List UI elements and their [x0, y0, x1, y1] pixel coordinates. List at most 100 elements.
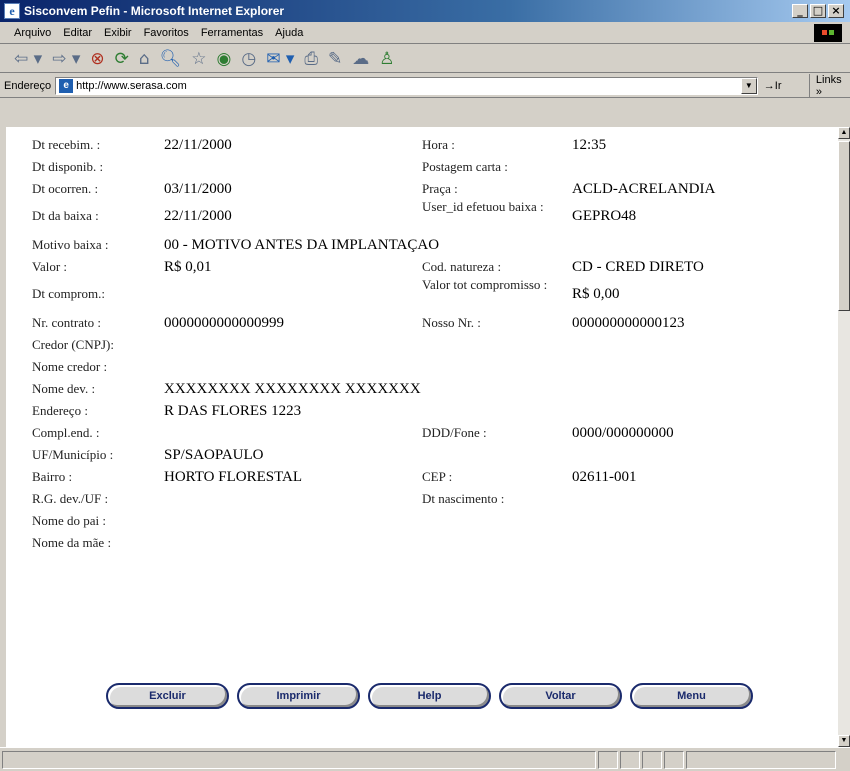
field-label: Nome credor : — [32, 359, 108, 374]
links-button[interactable]: Links » — [808, 73, 850, 98]
field-value: GEPRO48 — [572, 208, 637, 224]
messenger-icon[interactable]: ♙ — [379, 49, 394, 69]
back-icon[interactable]: ⇦ ▾ — [14, 49, 42, 69]
field-label: Compl.end. : — [32, 425, 100, 440]
voltar-button[interactable]: Voltar — [499, 683, 622, 709]
edit-icon[interactable]: ✎ — [328, 49, 342, 69]
field-value: 000000000000123 — [572, 315, 685, 331]
mail-icon[interactable]: ✉ ▾ — [266, 49, 294, 69]
address-url[interactable]: http://www.serasa.com — [76, 80, 741, 92]
field-label: Credor (CNPJ): — [32, 337, 114, 352]
address-input[interactable]: e http://www.serasa.com ▼ — [55, 76, 758, 95]
record-row: Nome credor : — [32, 355, 832, 377]
field-value: SP/SAOPAULO — [164, 447, 264, 463]
go-label: Ir — [774, 79, 782, 92]
status-pane — [620, 750, 640, 769]
menu-bar: Arquivo Editar Exibir Favoritos Ferramen… — [0, 22, 850, 44]
imprimir-button[interactable]: Imprimir — [237, 683, 360, 709]
scroll-down-icon[interactable]: ▼ — [838, 735, 850, 747]
history-icon[interactable]: ◷ — [241, 49, 256, 69]
status-pane — [598, 750, 618, 769]
field-label: Dt recebim. : — [32, 137, 101, 152]
field-label: Nr. contrato : — [32, 315, 101, 330]
field-label: Dt da baixa : — [32, 208, 99, 223]
record-details: Dt recebim. : 22/11/2000 Hora : 12:35 Dt… — [32, 133, 832, 553]
status-pane — [664, 750, 684, 769]
field-label: Motivo baixa : — [32, 237, 109, 252]
help-button[interactable]: Help — [368, 683, 491, 709]
address-bar: Endereço e http://www.serasa.com ▼ →Ir L… — [0, 73, 850, 98]
windows-logo-icon — [814, 23, 842, 42]
discuss-icon[interactable]: ☁ — [352, 49, 369, 69]
minimize-button[interactable]: _ — [792, 4, 808, 18]
home-icon[interactable]: ⌂ — [139, 49, 150, 69]
field-label: Nome do pai : — [32, 513, 107, 528]
record-row: Nome do pai : — [32, 509, 832, 531]
record-row: Motivo baixa : 00 - MOTIVO ANTES DA IMPL… — [32, 233, 832, 255]
field-label: Hora : — [422, 137, 455, 152]
record-row: Nome da mãe : — [32, 531, 832, 553]
field-value: XXXXXXXX XXXXXXXX XXXXXXX — [164, 381, 421, 397]
excluir-button[interactable]: Excluir — [106, 683, 229, 709]
status-text-pane — [2, 750, 596, 769]
go-button[interactable]: →Ir — [764, 80, 805, 92]
field-value: 0000/000000000 — [572, 425, 674, 441]
forward-icon[interactable]: ⇨ ▾ — [52, 49, 80, 69]
field-value: 22/11/2000 — [164, 208, 232, 224]
menu-favoritos[interactable]: Favoritos — [144, 27, 189, 39]
field-label: Dt comprom.: — [32, 286, 105, 301]
record-row: Dt disponib. : Postagem carta : — [32, 155, 832, 177]
scroll-thumb[interactable] — [838, 141, 850, 311]
close-button[interactable]: × — [828, 4, 844, 18]
field-value: 00 - MOTIVO ANTES DA IMPLANTAÇAO — [164, 237, 440, 253]
record-row: Nome dev. : XXXXXXXX XXXXXXXX XXXXXXX — [32, 377, 832, 399]
field-value: 22/11/2000 — [164, 137, 232, 153]
record-row: Dt recebim. : 22/11/2000 Hora : 12:35 — [32, 133, 832, 155]
field-label: UF/Município : — [32, 447, 114, 462]
page-icon: e — [59, 78, 74, 93]
menu-exibir[interactable]: Exibir — [104, 27, 132, 39]
vertical-scrollbar[interactable]: ▲ ▼ — [838, 127, 850, 747]
field-label: Dt nascimento : — [422, 491, 505, 506]
status-zone-pane — [686, 750, 836, 769]
print-icon[interactable]: ⎙ — [304, 49, 318, 69]
scroll-up-icon[interactable]: ▲ — [838, 127, 850, 139]
field-value: HORTO FLORESTAL — [164, 469, 303, 485]
record-row: Nr. contrato : 0000000000000999 Nosso Nr… — [32, 311, 832, 333]
refresh-icon[interactable]: ⟳ — [115, 49, 129, 69]
field-value: 02611-001 — [572, 469, 637, 485]
field-label: Nome da mãe : — [32, 535, 112, 550]
favorites-icon[interactable]: ☆ — [191, 49, 206, 69]
search-icon[interactable]: 🔍︎ — [160, 49, 182, 69]
menu-arquivo[interactable]: Arquivo — [14, 27, 51, 39]
page-content: Dt recebim. : 22/11/2000 Hora : 12:35 Dt… — [6, 127, 838, 747]
record-row: Bairro : HORTO FLORESTAL CEP : 02611-001 — [32, 465, 832, 487]
field-value: R$ 0,00 — [572, 286, 620, 302]
stop-icon[interactable]: ⊗ — [90, 49, 104, 69]
field-value: 0000000000000999 — [164, 315, 284, 331]
field-label: Valor tot compromisso : — [422, 277, 548, 292]
field-label: DDD/Fone : — [422, 425, 487, 440]
field-label: Nosso Nr. : — [422, 315, 481, 330]
record-row: Valor : R$ 0,01 Cod. natureza : CD - CRE… — [32, 255, 832, 277]
address-dropdown-icon[interactable]: ▼ — [740, 77, 757, 94]
field-label: Cod. natureza : — [422, 259, 502, 274]
field-label: Postagem carta : — [422, 159, 508, 174]
address-label: Endereço — [4, 79, 52, 92]
record-row: Dt ocorren. : 03/11/2000 Praça : ACLD-AC… — [32, 177, 832, 199]
field-label: Bairro : — [32, 469, 73, 484]
menu-ferramentas[interactable]: Ferramentas — [201, 27, 263, 39]
menu-button[interactable]: Menu — [630, 683, 753, 709]
field-label: R.G. dev./UF : — [32, 491, 109, 506]
maximize-button[interactable]: □ — [810, 4, 826, 18]
field-label: Praça : — [422, 181, 458, 196]
menu-editar[interactable]: Editar — [63, 27, 92, 39]
ie-icon: e — [4, 3, 20, 19]
field-label: Dt disponib. : — [32, 159, 104, 174]
record-row: Dt da baixa : 22/11/2000 User_id efetuou… — [32, 199, 832, 233]
action-buttons: Excluir Imprimir Help Voltar Menu — [106, 683, 761, 709]
media-icon[interactable]: ◉ — [217, 49, 232, 69]
toolbar: ⇦ ▾ ⇨ ▾ ⊗ ⟳ ⌂ 🔍︎ ☆ ◉ ◷ ✉ ▾ ⎙ ✎ ☁ ♙ — [0, 45, 850, 73]
record-row: Credor (CNPJ): — [32, 333, 832, 355]
menu-ajuda[interactable]: Ajuda — [275, 27, 303, 39]
